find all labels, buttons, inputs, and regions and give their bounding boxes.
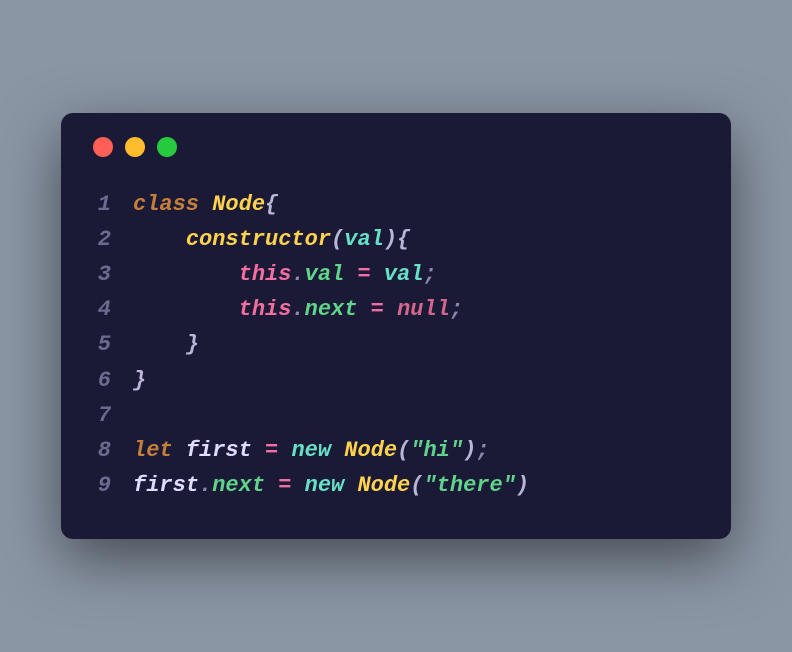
token-string: "hi": [410, 438, 463, 463]
token-brace: {: [265, 192, 278, 217]
token-brace: }: [186, 332, 199, 357]
code-line: 6}: [89, 363, 703, 398]
code-content: class Node{: [133, 187, 278, 222]
code-content: let first = new Node("hi");: [133, 433, 489, 468]
token-brace: {: [397, 227, 410, 252]
token-string: "there": [423, 473, 515, 498]
code-line: 7: [89, 398, 703, 433]
token-brace: ): [463, 438, 476, 463]
token-param: val: [384, 262, 424, 287]
code-content: [133, 398, 146, 433]
token-op: =: [252, 438, 292, 463]
token-prop: next: [305, 297, 358, 322]
code-line: 5 }: [89, 327, 703, 362]
zoom-icon[interactable]: [157, 137, 177, 157]
code-content: }: [133, 327, 199, 362]
token-class: Node: [344, 438, 397, 463]
token-dot: .: [291, 262, 304, 287]
token-op: =: [265, 473, 305, 498]
token-new: new: [291, 438, 344, 463]
token-this: this: [239, 262, 292, 287]
code-content: first.next = new Node("there"): [133, 468, 529, 503]
token-brace: ): [384, 227, 397, 252]
minimize-icon[interactable]: [125, 137, 145, 157]
token-op: =: [344, 262, 384, 287]
token-param: val: [344, 227, 384, 252]
token-ident: first: [186, 438, 252, 463]
token-null: null: [397, 297, 450, 322]
code-line: 3 this.val = val;: [89, 257, 703, 292]
code-line: 9first.next = new Node("there"): [89, 468, 703, 503]
code-line: 2 constructor(val){: [89, 222, 703, 257]
token-keyword: class: [133, 192, 212, 217]
token-brace: (: [331, 227, 344, 252]
code-content: constructor(val){: [133, 222, 410, 257]
token-prop: next: [212, 473, 265, 498]
line-number: 6: [89, 363, 133, 398]
token-brace: (: [397, 438, 410, 463]
token-brace: }: [133, 368, 146, 393]
code-line: 1class Node{: [89, 187, 703, 222]
code-editor: 1class Node{2 constructor(val){3 this.va…: [89, 187, 703, 504]
token-brace: (: [410, 473, 423, 498]
token-prop: val: [305, 262, 345, 287]
token-this: this: [239, 297, 292, 322]
code-line: 4 this.next = null;: [89, 292, 703, 327]
line-number: 3: [89, 257, 133, 292]
token-punct: ;: [423, 262, 436, 287]
token-func: constructor: [186, 227, 331, 252]
code-content: }: [133, 363, 146, 398]
token-class: Node: [357, 473, 410, 498]
code-window: 1class Node{2 constructor(val){3 this.va…: [61, 113, 731, 540]
line-number: 4: [89, 292, 133, 327]
token-op: =: [357, 297, 397, 322]
line-number: 9: [89, 468, 133, 503]
token-brace: ): [516, 473, 529, 498]
line-number: 1: [89, 187, 133, 222]
code-content: this.val = val;: [133, 257, 437, 292]
line-number: 5: [89, 327, 133, 362]
token-punct: ;: [450, 297, 463, 322]
token-dot: .: [199, 473, 212, 498]
token-dot: .: [291, 297, 304, 322]
token-ident: first: [133, 473, 199, 498]
traffic-lights: [93, 137, 703, 157]
close-icon[interactable]: [93, 137, 113, 157]
line-number: 8: [89, 433, 133, 468]
code-line: 8let first = new Node("hi");: [89, 433, 703, 468]
line-number: 7: [89, 398, 133, 433]
token-punct: ;: [476, 438, 489, 463]
code-content: this.next = null;: [133, 292, 463, 327]
line-number: 2: [89, 222, 133, 257]
token-new: new: [305, 473, 358, 498]
token-class: Node: [212, 192, 265, 217]
token-let: let: [133, 438, 186, 463]
